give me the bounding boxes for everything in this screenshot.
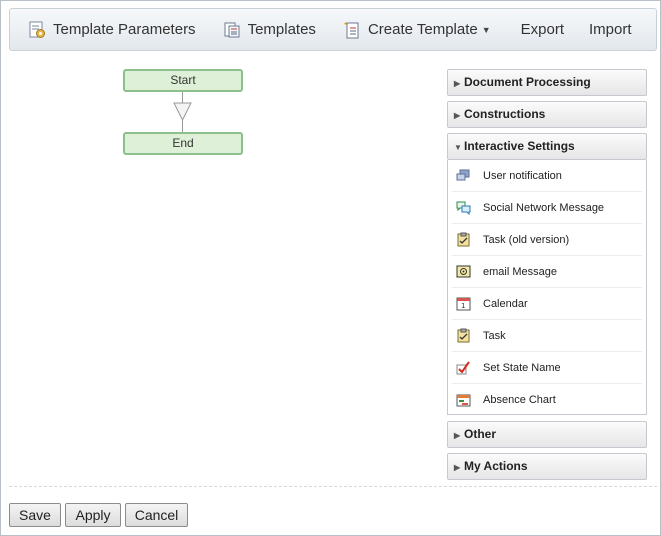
email-icon: [456, 264, 471, 279]
template-parameters-label: Template Parameters: [53, 21, 196, 38]
checkmark-icon: [456, 360, 471, 375]
toolbar: Template Parameters Templates Create Tem…: [9, 8, 657, 51]
section-document-processing[interactable]: ▶ Document Processing: [447, 69, 647, 96]
template-parameters-button[interactable]: Template Parameters: [28, 9, 196, 50]
chevron-right-icon: ▶: [454, 463, 461, 472]
chevron-right-icon: ▶: [454, 79, 461, 88]
templates-label: Templates: [247, 21, 316, 38]
task-clipboard-icon: [456, 232, 471, 247]
export-button[interactable]: Export: [521, 9, 564, 50]
section-other[interactable]: ▶ Other: [447, 421, 647, 448]
list-item-user-notification[interactable]: User notification: [452, 160, 642, 192]
absence-chart-icon: [456, 393, 471, 408]
import-label: Import: [589, 21, 632, 38]
create-template-button[interactable]: Create Template ▼: [343, 9, 491, 50]
section-label: Constructions: [464, 107, 546, 121]
section-label: My Actions: [464, 459, 528, 473]
list-item-task-old-version[interactable]: Task (old version): [452, 224, 642, 256]
section-label: Other: [464, 427, 497, 441]
list-item-label: Calendar: [483, 297, 528, 310]
list-item-label: Task (old version): [483, 233, 570, 246]
templates-icon: [223, 21, 241, 39]
list-item-label: Set State Name: [483, 361, 561, 374]
task-clipboard-icon: [456, 328, 471, 343]
list-item-label: Absence Chart: [483, 394, 556, 406]
cancel-button[interactable]: Cancel: [125, 503, 188, 527]
save-button[interactable]: Save: [9, 503, 61, 527]
svg-text:1: 1: [461, 302, 465, 310]
export-label: Export: [520, 21, 565, 38]
list-item-label: Task: [483, 329, 506, 342]
chevron-right-icon: ▶: [454, 431, 461, 440]
section-label: Document Processing: [464, 75, 591, 89]
flow-arrow-icon: [173, 102, 192, 122]
calendar-icon: 1: [456, 296, 471, 311]
list-item-task[interactable]: Task: [452, 320, 642, 352]
list-item-absence-chart[interactable]: Absence Chart: [452, 384, 642, 416]
chevron-down-icon: ▼: [454, 143, 462, 152]
templates-button[interactable]: Templates: [223, 9, 316, 50]
section-my-actions[interactable]: ▶ My Actions: [447, 453, 647, 480]
list-item-social-network-message[interactable]: Social Network Message: [452, 192, 642, 224]
template-parameters-icon: [28, 21, 46, 39]
interactive-settings-list: User notification Social Network Message…: [447, 160, 647, 415]
section-label: Interactive Settings: [464, 139, 575, 153]
create-template-label: Create Template: [367, 21, 478, 38]
section-interactive-settings[interactable]: ▼ Interactive Settings: [447, 133, 647, 160]
chevron-down-icon: ▼: [481, 24, 491, 35]
user-notification-icon: [456, 168, 471, 183]
list-item-label: User notification: [483, 169, 562, 182]
create-template-icon: [343, 21, 361, 39]
apply-button[interactable]: Apply: [65, 503, 121, 527]
flow-end-node[interactable]: End: [123, 132, 243, 155]
list-item-label: email Message: [483, 265, 557, 278]
flow-connector-line: [182, 120, 183, 132]
import-button[interactable]: Import: [589, 9, 632, 50]
list-item-label: Social Network Message: [483, 201, 605, 214]
footer-divider: [9, 486, 657, 487]
flow-start-node[interactable]: Start: [123, 69, 243, 92]
list-item-set-state-name[interactable]: Set State Name: [452, 352, 642, 384]
section-constructions[interactable]: ▶ Constructions: [447, 101, 647, 128]
social-message-icon: [456, 200, 471, 216]
list-item-calendar[interactable]: 1 Calendar: [452, 288, 642, 320]
list-item-email-message[interactable]: email Message: [452, 256, 642, 288]
chevron-right-icon: ▶: [454, 111, 461, 120]
